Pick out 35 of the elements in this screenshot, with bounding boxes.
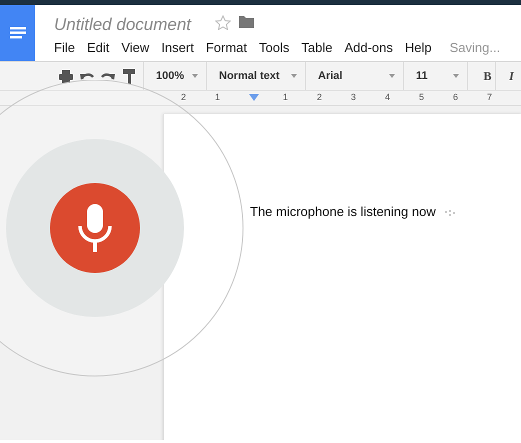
- menu-item[interactable]: Tools: [253, 39, 296, 57]
- menu-item[interactable]: File: [54, 39, 81, 57]
- menu-item[interactable]: Add-ons: [338, 39, 399, 57]
- caret-icon: [192, 74, 198, 78]
- menu-item[interactable]: View: [115, 39, 156, 57]
- bold-button[interactable]: B: [467, 62, 495, 90]
- ruler-number: 1: [215, 91, 222, 104]
- microphone-button[interactable]: [50, 183, 140, 273]
- font-size-dropdown[interactable]: 11: [403, 62, 467, 90]
- zoom-dropdown[interactable]: 100%: [143, 62, 206, 90]
- menu-item[interactable]: Format: [200, 39, 253, 57]
- ruler-number: 2: [181, 91, 188, 104]
- save-status: Saving...: [450, 39, 500, 58]
- font-dropdown[interactable]: Arial: [305, 62, 403, 90]
- menu-item[interactable]: Edit: [80, 39, 116, 57]
- menu-item[interactable]: Insert: [155, 39, 200, 57]
- menu-item[interactable]: Table: [295, 39, 338, 57]
- ruler-number: 1: [282, 91, 289, 104]
- ruler-number: 2: [316, 91, 323, 104]
- caret-icon: [389, 74, 395, 78]
- menu-item[interactable]: Help: [398, 39, 438, 57]
- docs-logo[interactable]: [0, 5, 35, 61]
- style-dropdown[interactable]: Normal text: [206, 62, 305, 90]
- caret-icon: [291, 74, 297, 78]
- body-text: The microphone is listening now: [250, 204, 436, 219]
- ruler-number: 6: [452, 91, 459, 104]
- indent-marker-icon[interactable]: [249, 94, 259, 102]
- italic-button[interactable]: I: [495, 62, 515, 90]
- ruler-number: 4: [384, 91, 391, 104]
- folder-icon[interactable]: [239, 15, 254, 28]
- ruler-number: 7: [486, 91, 493, 104]
- ruler-number: 5: [418, 91, 425, 104]
- menu-icon: [10, 26, 26, 40]
- ruler-number: 3: [350, 91, 357, 104]
- caret-icon: [453, 74, 459, 78]
